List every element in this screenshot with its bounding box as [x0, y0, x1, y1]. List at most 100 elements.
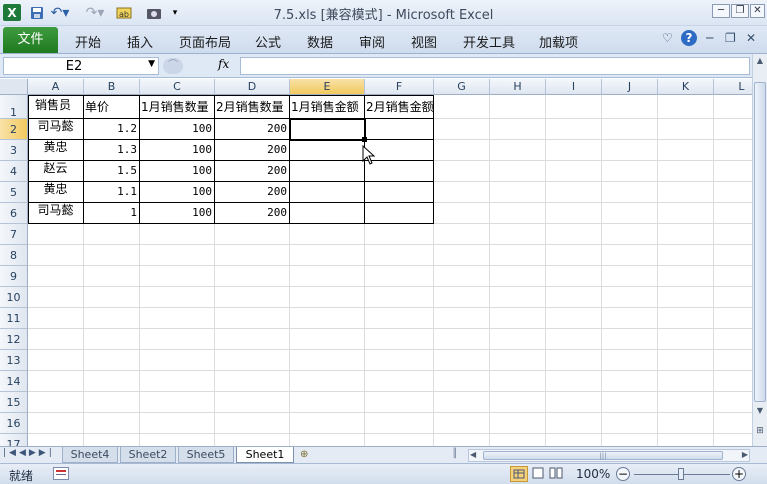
table-cell[interactable]: 100: [140, 203, 214, 223]
workbook-close-icon[interactable]: ✕: [746, 31, 756, 45]
row-header[interactable]: 9: [0, 266, 28, 287]
row-header[interactable]: 10: [0, 287, 28, 308]
scroll-down-icon[interactable]: ▼: [754, 406, 766, 418]
close-button[interactable]: ✕: [750, 4, 765, 18]
table-cell[interactable]: 200: [215, 119, 289, 139]
column-header-a[interactable]: A: [28, 79, 84, 95]
sheet-nav-icon[interactable]: |◀◀▶▶|: [3, 448, 55, 458]
column-header-h[interactable]: H: [490, 79, 546, 95]
name-box-dropdown-icon[interactable]: ▼: [148, 59, 155, 69]
zoom-level[interactable]: 100%: [576, 467, 610, 481]
spreadsheet-grid[interactable]: A B C D E F G H I J K L 1 2 3 4 5 6 7 8 …: [0, 79, 752, 446]
insert-sheet-icon[interactable]: ⊕: [300, 449, 318, 461]
page-break-view-icon[interactable]: [548, 466, 564, 482]
scroll-right-icon[interactable]: ▶: [742, 450, 748, 459]
row-header[interactable]: 4: [0, 161, 28, 182]
workbook-restore-icon[interactable]: ❐: [725, 31, 736, 45]
table-cell[interactable]: 100: [140, 119, 214, 139]
page-layout-view-icon[interactable]: [530, 466, 546, 482]
row-header[interactable]: 11: [0, 308, 28, 329]
row-header[interactable]: 1: [0, 95, 28, 119]
header-cell[interactable]: 单价: [85, 97, 109, 117]
zoom-in-button[interactable]: +: [732, 467, 746, 481]
row-header[interactable]: 8: [0, 245, 28, 266]
table-cell[interactable]: 司马懿: [28, 116, 83, 136]
zoom-out-button[interactable]: −: [616, 467, 630, 481]
tab-view[interactable]: 视图: [411, 32, 437, 51]
header-cell[interactable]: 2月销售金额: [366, 97, 434, 117]
zoom-slider-thumb[interactable]: [678, 468, 684, 480]
selected-cell[interactable]: [289, 118, 366, 141]
formula-expand-icon[interactable]: ⌒: [163, 58, 183, 74]
vertical-scrollbar[interactable]: ▲ ▼ ⊞: [752, 54, 767, 446]
scroll-left-icon[interactable]: ◀: [470, 450, 476, 459]
table-cell[interactable]: 1.5: [84, 161, 139, 181]
header-cell[interactable]: 2月销售数量: [216, 97, 284, 117]
tab-formulas[interactable]: 公式: [255, 32, 281, 51]
split-icon[interactable]: ⊞: [754, 426, 766, 438]
tab-split-handle[interactable]: ║: [452, 449, 462, 462]
name-box[interactable]: E2 ▼: [3, 57, 159, 75]
table-cell[interactable]: 200: [215, 161, 289, 181]
table-cell[interactable]: 赵云: [28, 158, 83, 178]
row-header[interactable]: 3: [0, 140, 28, 161]
minimize-button[interactable]: ─: [712, 4, 730, 18]
table-cell[interactable]: 黄忠: [28, 137, 83, 157]
fill-handle[interactable]: [362, 137, 367, 142]
header-cell[interactable]: 销售员: [35, 95, 71, 115]
header-cell[interactable]: 1月销售金额: [291, 97, 359, 117]
vertical-scroll-thumb[interactable]: [754, 82, 766, 402]
horizontal-scrollbar[interactable]: ◀ ||| ▶: [468, 449, 750, 462]
header-cell[interactable]: 1月销售数量: [141, 97, 209, 117]
row-header[interactable]: 5: [0, 182, 28, 203]
tab-insert[interactable]: 插入: [127, 32, 153, 51]
tab-file[interactable]: 文件: [3, 27, 58, 53]
row-header[interactable]: 15: [0, 392, 28, 413]
table-cell[interactable]: 1.2: [84, 119, 139, 139]
select-all-corner[interactable]: [0, 79, 28, 95]
column-header-j[interactable]: J: [602, 79, 658, 95]
row-header[interactable]: 14: [0, 371, 28, 392]
table-cell[interactable]: 100: [140, 140, 214, 160]
row-header[interactable]: 16: [0, 413, 28, 434]
ribbon-collapse-icon[interactable]: ♡: [662, 31, 673, 45]
macro-record-icon[interactable]: [53, 467, 69, 480]
insert-function-button[interactable]: fx: [218, 57, 229, 71]
column-header-d[interactable]: D: [215, 79, 290, 95]
table-cell[interactable]: 100: [140, 161, 214, 181]
horizontal-scroll-thumb[interactable]: |||: [483, 451, 723, 460]
workbook-minimize-icon[interactable]: ─: [706, 31, 713, 45]
tab-review[interactable]: 审阅: [359, 32, 385, 51]
row-header[interactable]: 7: [0, 224, 28, 245]
column-header-l[interactable]: L: [714, 79, 752, 95]
table-cell[interactable]: 1: [84, 203, 139, 223]
help-icon[interactable]: ?: [681, 30, 697, 46]
row-header[interactable]: 13: [0, 350, 28, 371]
column-header-k[interactable]: K: [658, 79, 714, 95]
tab-data[interactable]: 数据: [307, 32, 333, 51]
sheet-tab-active[interactable]: Sheet1: [236, 447, 294, 463]
formula-input[interactable]: [240, 57, 750, 75]
sheet-tab[interactable]: Sheet4: [62, 447, 118, 463]
row-header[interactable]: 12: [0, 329, 28, 350]
normal-view-icon[interactable]: [510, 466, 528, 482]
row-header[interactable]: 6: [0, 203, 28, 224]
table-cell[interactable]: 200: [215, 203, 289, 223]
column-header-f[interactable]: F: [365, 79, 434, 95]
table-cell[interactable]: 司马懿: [28, 200, 83, 220]
table-cell[interactable]: 200: [215, 182, 289, 202]
column-header-i[interactable]: I: [546, 79, 602, 95]
row-header[interactable]: 17: [0, 434, 28, 446]
table-cell[interactable]: 200: [215, 140, 289, 160]
tab-page-layout[interactable]: 页面布局: [179, 32, 231, 51]
column-header-e[interactable]: E: [290, 79, 365, 95]
tab-developer[interactable]: 开发工具: [463, 32, 515, 51]
column-header-g[interactable]: G: [434, 79, 490, 95]
column-header-b[interactable]: B: [84, 79, 140, 95]
table-cell[interactable]: 1.1: [84, 182, 139, 202]
column-header-c[interactable]: C: [140, 79, 215, 95]
scroll-up-icon[interactable]: ▲: [754, 56, 766, 68]
table-cell[interactable]: 黄忠: [28, 179, 83, 199]
tab-addins[interactable]: 加载项: [539, 32, 578, 51]
tab-home[interactable]: 开始: [75, 32, 101, 51]
